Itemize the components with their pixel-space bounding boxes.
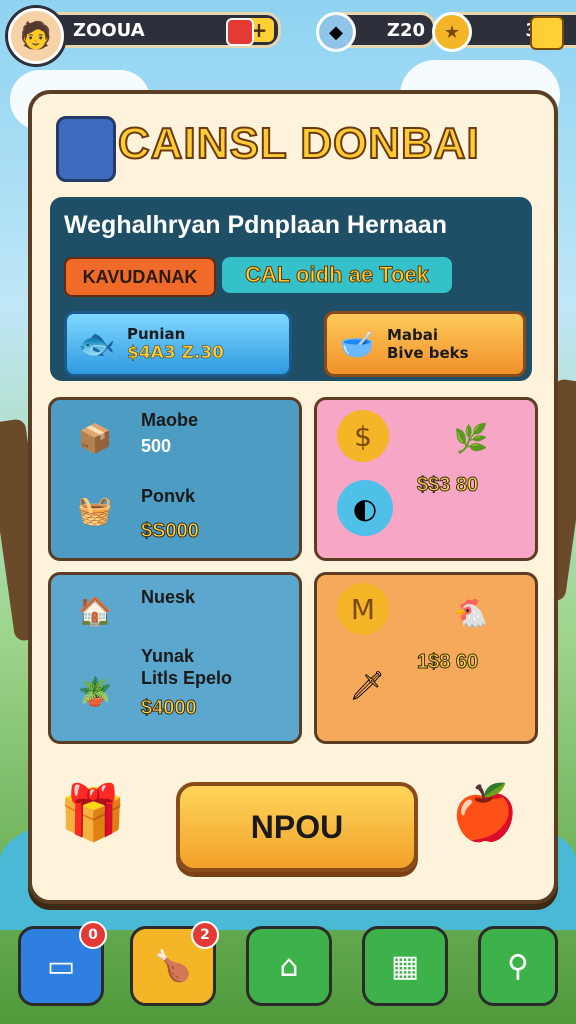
coin-icon: M [337, 583, 389, 635]
info-box: Weghalhryan Pdnplaan Hernaan KAVUDANAK C… [50, 197, 532, 381]
item-label-1: Maobe [141, 410, 199, 430]
gift-icon: 🎁 [59, 781, 127, 844]
orange-card-price: 1$8 60 [416, 651, 479, 674]
nav-home-button[interactable]: ⌂ [246, 926, 332, 1006]
plant-pot-icon: 🪴 [77, 674, 113, 708]
item-price-2: $S000 [141, 520, 200, 543]
nav-food-button[interactable]: 🍗 2 [130, 921, 219, 1006]
grid-icon: ▦ [390, 948, 420, 984]
teal-card-top[interactable]: 📦 Maobe 500 🧺 Ponvk $S000 [48, 397, 302, 561]
nav-badge-1: 0 [79, 921, 107, 949]
sword-icon: 🗡 [349, 668, 385, 702]
home-icon: ⌂ [279, 948, 299, 984]
item-price-1: 500 [141, 436, 172, 456]
notification-icon[interactable] [226, 18, 254, 46]
currency-1-value: Z20 [386, 19, 425, 41]
left-offer-line1: Punian [127, 325, 186, 343]
right-offer-line2: Bive beks [387, 344, 469, 362]
right-offer-line1: Mabai [387, 326, 439, 344]
crate-icon: 🧺 [77, 493, 113, 527]
info-heading: Weghalhryan Pdnplaan Hernaan [64, 211, 447, 239]
food-icon: 🍗 [154, 948, 192, 984]
left-offer-line2: $4A3 Z.30 [127, 343, 225, 364]
item-price-4: $4000 [141, 697, 198, 720]
apple-icon: 🍎 [451, 781, 519, 844]
left-offer-button[interactable]: 🐟 Punian $4A3 Z.30 [64, 311, 292, 377]
add-currency-button[interactable] [530, 16, 564, 50]
right-offer-button[interactable]: 🥣 Mabai Bive beks [324, 311, 526, 377]
tag-green[interactable]: CAL oidh ae Toek [222, 257, 452, 293]
orange-card[interactable]: M 🐔 🗡 1$8 60 [314, 572, 538, 744]
globe-icon: ◐ [337, 480, 393, 536]
nav-search-button[interactable]: ⚲ [478, 926, 558, 1006]
gold-coin-icon: ★ [432, 12, 472, 52]
coin-icon: $ [337, 410, 389, 462]
chicken-icon: 🐔 [453, 596, 489, 630]
bowl-icon: 🥣 [339, 327, 375, 361]
item-label-3: Nuesk [141, 587, 196, 607]
search-icon: ⚲ [507, 948, 529, 984]
card-icon: ▭ [46, 948, 76, 984]
fish-icon: 🐟 [78, 326, 116, 362]
item-label-4: Yunak Litls Epelo [141, 646, 233, 688]
nav-card-button[interactable]: ▭ 0 [18, 921, 107, 1006]
shop-panel: CAINSL DONBAI Weghalhryan Pdnplaan Herna… [28, 90, 558, 904]
nav-grid-button[interactable]: ▦ [362, 926, 448, 1006]
pink-card-price: $$3 80 [416, 474, 479, 497]
main-action-button[interactable]: NPOU [176, 782, 418, 872]
gem-icon: ◆ [316, 12, 356, 52]
backpack-icon [56, 116, 116, 182]
tag-red[interactable]: KAVUDANAK [64, 257, 216, 297]
plant-icon: 🌿 [453, 421, 489, 455]
pink-card[interactable]: $ 🌿 ◐ $$3 80 [314, 397, 538, 561]
house-icon: 🏠 [77, 594, 113, 628]
top-bar: ZOOUA + 🧑 Z20 ◆ 300 ★ [0, 6, 576, 64]
avatar[interactable]: 🧑 [8, 8, 64, 64]
panel-title: CAINSL DONBAI [117, 118, 480, 169]
nav-badge-2: 2 [191, 921, 219, 949]
teal-card-bottom[interactable]: 🏠 Nuesk 🪴 Yunak Litls Epelo $4000 [48, 572, 302, 744]
item-label-2: Ponvk [141, 486, 196, 506]
box-icon: 📦 [77, 421, 113, 455]
player-name: ZOOUA [73, 19, 145, 41]
